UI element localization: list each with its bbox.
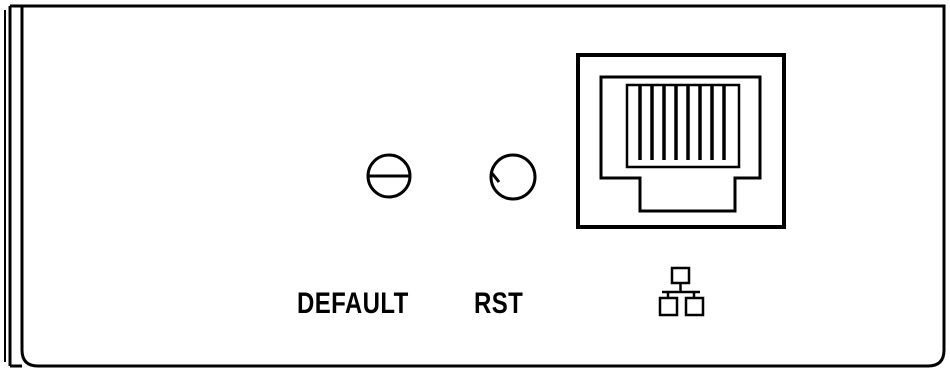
reset-button-label: RST — [474, 287, 524, 320]
default-button[interactable] — [366, 153, 412, 199]
ethernet-port[interactable] — [576, 53, 786, 229]
network-lan-icon — [658, 266, 705, 317]
default-button-label: DEFAULT — [297, 287, 409, 320]
reset-button[interactable] — [489, 153, 537, 201]
device-rear-panel: DEFAULT RST — [0, 0, 950, 371]
